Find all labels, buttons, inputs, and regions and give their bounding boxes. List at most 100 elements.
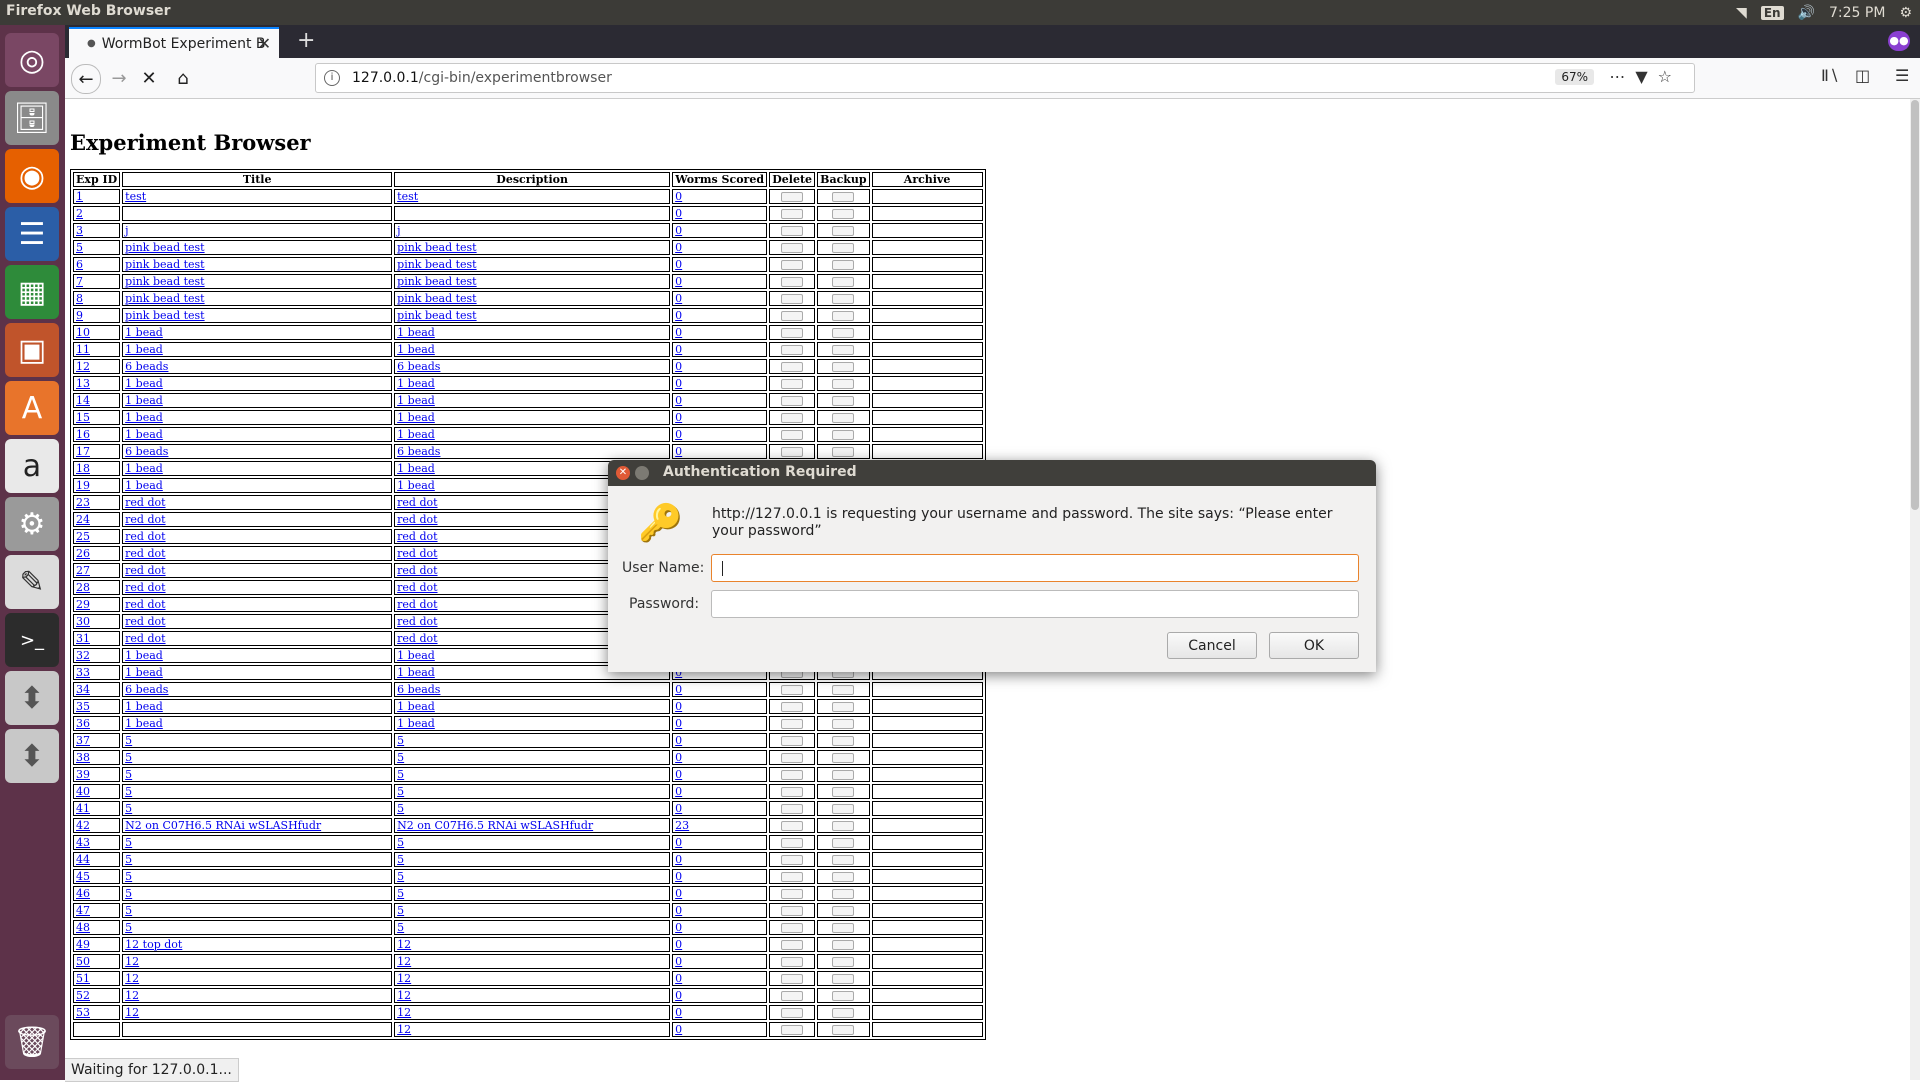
- menu-icon[interactable]: ☰: [1895, 66, 1909, 85]
- backup-button[interactable]: [832, 787, 855, 797]
- title-link[interactable]: 1 bead: [125, 377, 163, 390]
- backup-button[interactable]: [832, 923, 855, 933]
- exp-id-link[interactable]: 6: [76, 258, 83, 271]
- title-link[interactable]: red dot: [125, 547, 165, 560]
- description-link[interactable]: 1 bead: [397, 428, 435, 441]
- description-link[interactable]: 12: [397, 938, 411, 951]
- exp-id-link[interactable]: 29: [76, 598, 90, 611]
- exp-id-link[interactable]: 49: [76, 938, 90, 951]
- backup-button[interactable]: [832, 702, 855, 712]
- amazon-icon[interactable]: a: [5, 439, 59, 493]
- worms-scored-link[interactable]: 0: [675, 921, 682, 934]
- delete-button[interactable]: [781, 991, 804, 1001]
- forward-button[interactable]: →: [105, 64, 133, 92]
- delete-button[interactable]: [781, 294, 804, 304]
- description-link[interactable]: red dot: [397, 496, 437, 509]
- exp-id-link[interactable]: 47: [76, 904, 90, 917]
- delete-button[interactable]: [781, 923, 804, 933]
- exp-id-link[interactable]: 2: [76, 207, 83, 220]
- description-link[interactable]: 5: [397, 734, 404, 747]
- description-link[interactable]: 1 bead: [397, 717, 435, 730]
- exp-id-link[interactable]: 42: [76, 819, 90, 832]
- wifi-icon[interactable]: ◥: [1736, 5, 1747, 21]
- title-link[interactable]: 1 bead: [125, 479, 163, 492]
- title-link[interactable]: 5: [125, 768, 132, 781]
- description-link[interactable]: red dot: [397, 564, 437, 577]
- worms-scored-link[interactable]: 0: [675, 904, 682, 917]
- firefox-icon[interactable]: ◉: [5, 149, 59, 203]
- delete-button[interactable]: [781, 872, 804, 882]
- description-link[interactable]: 5: [397, 768, 404, 781]
- description-link[interactable]: red dot: [397, 615, 437, 628]
- description-link[interactable]: 1 bead: [397, 649, 435, 662]
- backup-button[interactable]: [832, 957, 855, 967]
- backup-button[interactable]: [832, 872, 855, 882]
- calc-icon[interactable]: ▦: [5, 265, 59, 319]
- title-link[interactable]: 1 bead: [125, 700, 163, 713]
- title-link[interactable]: 5: [125, 751, 132, 764]
- password-field[interactable]: [711, 590, 1359, 618]
- worms-scored-link[interactable]: 0: [675, 343, 682, 356]
- worms-scored-link[interactable]: 0: [675, 683, 682, 696]
- sidebar-icon[interactable]: ◫: [1855, 66, 1870, 85]
- title-link[interactable]: 5: [125, 921, 132, 934]
- worms-scored-link[interactable]: 0: [675, 955, 682, 968]
- exp-id-link[interactable]: 18: [76, 462, 90, 475]
- description-link[interactable]: pink bead test: [397, 309, 476, 322]
- title-link[interactable]: 1 bead: [125, 462, 163, 475]
- title-link[interactable]: j: [125, 224, 128, 237]
- description-link[interactable]: 1 bead: [397, 377, 435, 390]
- backup-button[interactable]: [832, 328, 855, 338]
- title-link[interactable]: red dot: [125, 581, 165, 594]
- backup-button[interactable]: [832, 940, 855, 950]
- exp-id-link[interactable]: 26: [76, 547, 90, 560]
- title-link[interactable]: 5: [125, 904, 132, 917]
- exp-id-link[interactable]: 43: [76, 836, 90, 849]
- worms-scored-link[interactable]: 0: [675, 751, 682, 764]
- title-link[interactable]: N2 on C07H6.5 RNAi wSLASHfudr: [125, 819, 321, 832]
- backup-button[interactable]: [832, 260, 855, 270]
- backup-button[interactable]: [832, 821, 855, 831]
- description-link[interactable]: N2 on C07H6.5 RNAi wSLASHfudr: [397, 819, 593, 832]
- backup-button[interactable]: [832, 991, 855, 1001]
- backup-button[interactable]: [832, 889, 855, 899]
- backup-button[interactable]: [832, 974, 855, 984]
- tab-wormbot[interactable]: ● WormBot Experiment B ✕: [69, 27, 279, 58]
- delete-button[interactable]: [781, 1008, 804, 1018]
- worms-scored-link[interactable]: 0: [675, 734, 682, 747]
- username-field[interactable]: [711, 554, 1359, 582]
- worms-scored-link[interactable]: 0: [675, 292, 682, 305]
- title-link[interactable]: red dot: [125, 496, 165, 509]
- keyboard-layout-indicator[interactable]: En: [1760, 5, 1784, 20]
- worms-scored-link[interactable]: 0: [675, 1023, 682, 1036]
- description-link[interactable]: 12: [397, 1023, 411, 1036]
- delete-button[interactable]: [781, 685, 804, 695]
- delete-button[interactable]: [781, 855, 804, 865]
- cancel-button[interactable]: Cancel: [1167, 632, 1257, 659]
- impress-icon[interactable]: ▣: [5, 323, 59, 377]
- backup-button[interactable]: [832, 345, 855, 355]
- exp-id-link[interactable]: 10: [76, 326, 90, 339]
- delete-button[interactable]: [781, 362, 804, 372]
- back-button[interactable]: ←: [71, 64, 101, 94]
- description-link[interactable]: 12: [397, 989, 411, 1002]
- worms-scored-link[interactable]: 0: [675, 411, 682, 424]
- exp-id-link[interactable]: 31: [76, 632, 90, 645]
- title-link[interactable]: 12: [125, 989, 139, 1002]
- backup-button[interactable]: [832, 192, 855, 202]
- gear-icon[interactable]: ⚙: [1899, 5, 1912, 21]
- worms-scored-link[interactable]: 0: [675, 207, 682, 220]
- backup-button[interactable]: [832, 719, 855, 729]
- trash-icon[interactable]: 🗑: [5, 1015, 59, 1069]
- exp-id-link[interactable]: 51: [76, 972, 90, 985]
- description-link[interactable]: 12: [397, 972, 411, 985]
- exp-id-link[interactable]: 32: [76, 649, 90, 662]
- description-link[interactable]: red dot: [397, 581, 437, 594]
- backup-button[interactable]: [832, 226, 855, 236]
- description-link[interactable]: 1 bead: [397, 411, 435, 424]
- worms-scored-link[interactable]: 0: [675, 1006, 682, 1019]
- worms-scored-link[interactable]: 0: [675, 785, 682, 798]
- worms-scored-link[interactable]: 0: [675, 700, 682, 713]
- backup-button[interactable]: [832, 804, 855, 814]
- text-editor-icon[interactable]: ✎: [5, 555, 59, 609]
